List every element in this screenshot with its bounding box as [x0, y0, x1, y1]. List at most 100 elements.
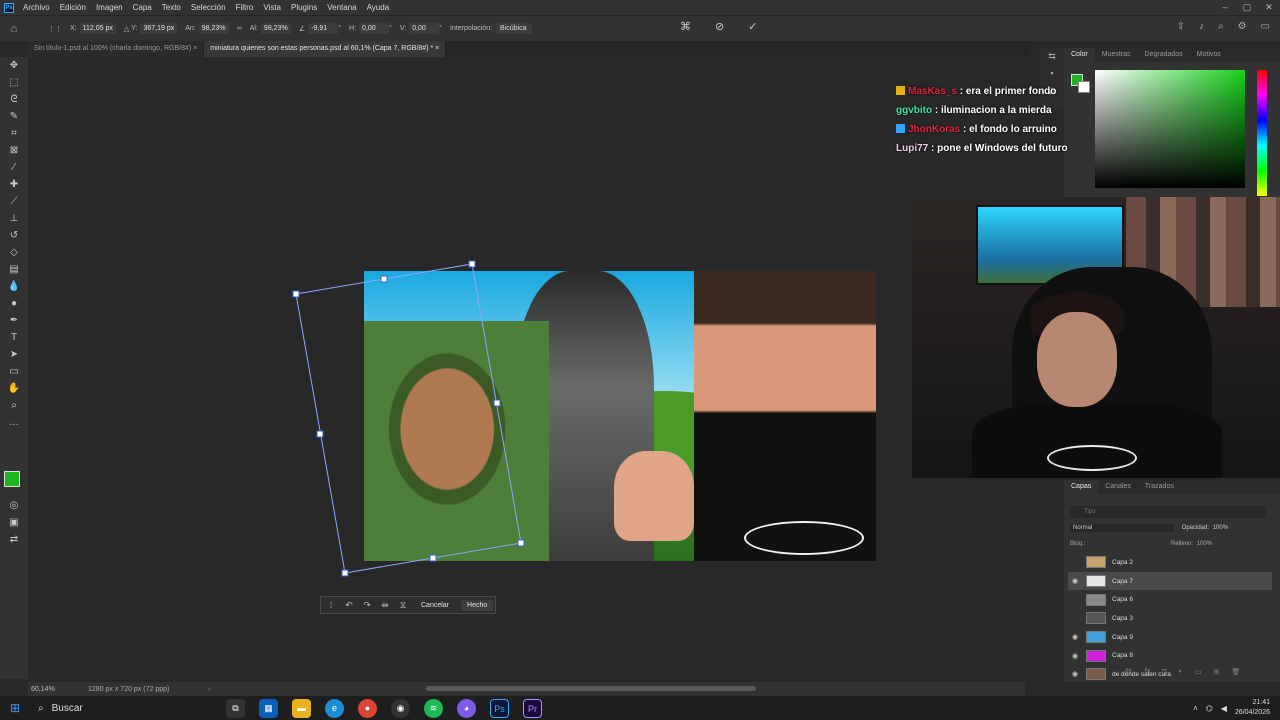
menu-item[interactable]: Ayuda [362, 0, 395, 15]
workspace-icon[interactable]: ▭ [1261, 21, 1270, 32]
document-info[interactable]: 1280 px x 720 px (72 ppp) [88, 686, 208, 693]
home-icon[interactable]: ⌂ [0, 23, 28, 35]
layers-tab[interactable]: Trazados [1138, 480, 1181, 494]
opacity-value[interactable]: 100% [1213, 525, 1228, 531]
link-icon[interactable]: ∞ [237, 25, 242, 32]
move-tool-icon[interactable]: ✥ [0, 57, 28, 74]
color-picker-field[interactable] [1095, 70, 1245, 188]
clock[interactable]: 21:41 26/04/2026 [1235, 698, 1270, 718]
link-layers-icon[interactable]: ⛓ [1124, 668, 1133, 676]
x-value[interactable]: 112,05 px [79, 23, 116, 34]
store-icon[interactable]: ▦ [259, 698, 278, 718]
hskew-value[interactable]: 0,00 [359, 23, 390, 34]
cancel-transform-icon[interactable]: ⊘ [715, 20, 724, 33]
layer-row[interactable]: ◉ Capa 9 [1068, 628, 1272, 647]
pen-tool-icon[interactable]: ✒ [0, 312, 28, 329]
hand-tool-icon[interactable]: ✋ [0, 380, 28, 397]
reference-point-icon[interactable]: ⋮⋮ [48, 25, 62, 33]
rotate-left-icon[interactable]: ↶ [343, 600, 355, 611]
layer-row[interactable]: ◉ Capa 7 [1068, 571, 1272, 591]
color-tab[interactable]: Muestras [1095, 48, 1138, 62]
path-select-tool-icon[interactable]: ➤ [0, 346, 28, 363]
file-explorer-icon[interactable]: ▬ [292, 698, 311, 718]
height-value[interactable]: 98,23% [260, 23, 291, 34]
flip-horizontal-icon[interactable]: ⇹ [379, 600, 391, 611]
cancel-button[interactable]: Cancelar [415, 600, 455, 611]
premiere-taskbar-icon[interactable]: Pr [523, 698, 542, 718]
quick-mask-icon[interactable]: ◎ [0, 497, 28, 514]
visibility-eye-icon[interactable]: ◉ [1068, 652, 1082, 660]
dodge-tool-icon[interactable]: ● [0, 295, 28, 312]
more-tools-icon[interactable]: … [0, 414, 28, 431]
height-field[interactable]: Al: 98,23% [250, 23, 291, 34]
transform-handle[interactable] [316, 430, 324, 438]
transform-handle[interactable] [468, 260, 476, 268]
network-icon[interactable]: ⌬ [1206, 704, 1213, 713]
discord-icon[interactable]: ◕ [457, 698, 476, 718]
document-image[interactable] [364, 271, 876, 561]
crop-tool-icon[interactable]: ⌗ [0, 125, 28, 142]
marquee-tool-icon[interactable]: ⬚ [0, 74, 28, 91]
rotate-right-icon[interactable]: ↷ [361, 600, 373, 611]
layer-row[interactable]: ◉ Capa 8 [1068, 646, 1272, 665]
healing-tool-icon[interactable]: ✚ [0, 176, 28, 193]
y-value[interactable]: 367,19 px [140, 23, 178, 34]
blur-tool-icon[interactable]: 💧 [0, 278, 28, 295]
horizontal-scrollbar[interactable] [426, 686, 756, 691]
menu-item[interactable]: Ventana [322, 0, 361, 15]
close-tab-icon[interactable]: × [435, 45, 439, 52]
tab-sin-titulo[interactable]: Sin título-1.psd al 100% (charla domingo… [28, 41, 205, 57]
trash-icon[interactable]: 🗑 [1231, 668, 1240, 676]
volume-icon[interactable]: ◀ [1221, 704, 1227, 713]
blend-mode-select[interactable]: Normal [1070, 524, 1174, 532]
menu-item[interactable]: Selección [186, 0, 231, 15]
mask-icon[interactable]: ◘ [1162, 668, 1166, 676]
adjustment-icon[interactable]: ◐ [1179, 668, 1183, 676]
menu-item[interactable]: Filtro [231, 0, 259, 15]
tab-miniatura[interactable]: miniatura quienes son estas personas.psd… [204, 41, 447, 57]
layer-row[interactable]: Capa 3 [1068, 609, 1272, 628]
drag-handle-icon[interactable]: ⁞ [325, 600, 337, 610]
type-tool-icon[interactable]: T [0, 329, 28, 346]
foreground-color-swatch[interactable] [4, 471, 20, 487]
lasso-tool-icon[interactable]: ᘓ [0, 91, 28, 108]
zoom-tool-icon[interactable]: ⌕ [0, 397, 28, 414]
obs-icon[interactable]: ◉ [391, 698, 410, 718]
menu-item[interactable]: Edición [55, 0, 91, 15]
minimize-icon[interactable]: – [1214, 0, 1236, 15]
maximize-icon[interactable]: ▢ [1236, 0, 1258, 15]
color-tab[interactable]: Degradados [1138, 48, 1190, 62]
zoom-level[interactable]: 60,14% [28, 686, 88, 693]
status-arrow-icon[interactable]: › [208, 686, 210, 693]
vskew-field[interactable]: V: 0,00 ° [400, 23, 442, 34]
layers-tab[interactable]: Canales [1098, 480, 1138, 494]
settings-icon[interactable]: ⚙ [1238, 21, 1247, 32]
eyedropper-tool-icon[interactable]: ⁄ [0, 159, 28, 176]
layer-row[interactable]: Capa 6 [1068, 590, 1272, 609]
angle-value[interactable]: -9,91 [308, 23, 339, 34]
y-field[interactable]: △ Y: 367,19 px [124, 23, 178, 34]
menu-item[interactable]: Plugins [286, 0, 322, 15]
photoshop-taskbar-icon[interactable]: Ps [490, 698, 509, 718]
hue-slider[interactable] [1257, 70, 1267, 196]
transform-handle[interactable] [292, 290, 300, 298]
spotify-icon[interactable]: ≋ [424, 698, 443, 718]
menu-item[interactable]: Capa [128, 0, 157, 15]
x-field[interactable]: X: 112,05 px [70, 23, 116, 34]
color-tab[interactable]: Color [1064, 48, 1095, 62]
width-value[interactable]: 98,23% [198, 23, 229, 34]
menu-item[interactable]: Texto [157, 0, 186, 15]
close-icon[interactable]: ✕ [1258, 0, 1280, 15]
frame-tool-icon[interactable]: ⊠ [0, 142, 28, 159]
share-tool-icon[interactable]: ⇄ [0, 531, 28, 548]
vskew-value[interactable]: 0,00 [409, 23, 440, 34]
bell-icon[interactable]: ♪ [1199, 21, 1204, 32]
eraser-tool-icon[interactable]: ◇ [0, 244, 28, 261]
warp-mode-icon[interactable]: ⧖ [397, 600, 409, 611]
warp-icon[interactable]: ⌘ [680, 20, 691, 33]
visibility-eye-icon[interactable]: ◉ [1068, 577, 1082, 585]
interpolation-select[interactable]: Bicúbica [496, 23, 533, 34]
windows-start-icon[interactable]: ⊞ [0, 701, 30, 715]
tray-chevron-icon[interactable]: ˄ [1193, 704, 1198, 713]
transform-handle[interactable] [341, 569, 349, 577]
